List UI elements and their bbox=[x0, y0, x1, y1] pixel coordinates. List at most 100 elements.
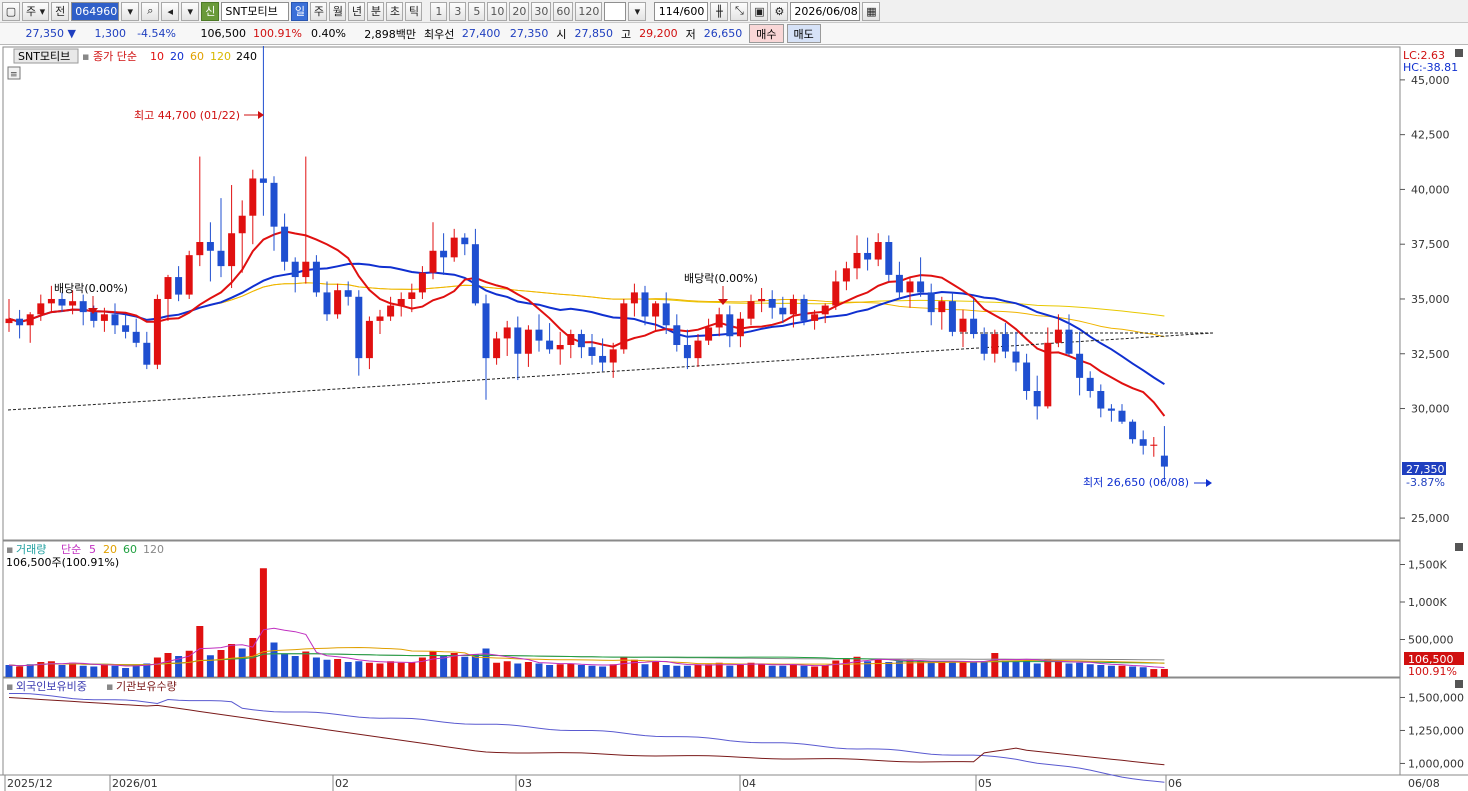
draw-tool-icon[interactable]: ⤡ bbox=[730, 1, 749, 21]
volume-bar bbox=[556, 664, 564, 677]
count-input[interactable]: 114/600 bbox=[654, 1, 709, 21]
prev-button[interactable]: 전 bbox=[51, 1, 70, 21]
interval-1-button[interactable]: 1 bbox=[430, 1, 448, 21]
volume-bar bbox=[948, 661, 956, 677]
open-price: 27,850 bbox=[574, 27, 614, 40]
candle-body bbox=[1076, 353, 1084, 378]
interval-60-button[interactable]: 60 bbox=[553, 1, 574, 21]
candle-body bbox=[906, 281, 914, 293]
candle-body bbox=[609, 349, 617, 363]
date-input[interactable]: 2026/06/08 bbox=[790, 1, 861, 21]
speaker-icon[interactable]: ◂ bbox=[161, 1, 180, 21]
candle-body bbox=[228, 233, 236, 267]
x-axis-label: 2026/01 bbox=[112, 777, 158, 790]
interval-5-button[interactable]: 5 bbox=[468, 1, 486, 21]
volume-bar bbox=[970, 662, 978, 677]
window-icon[interactable]: ▢ bbox=[2, 1, 20, 21]
candle-body bbox=[970, 318, 978, 335]
quote-bar: 27,350 ▼ 1,300 -4.54% 106,500 100.91% 0.… bbox=[0, 23, 1468, 45]
period-week-tab[interactable]: 주 bbox=[310, 1, 328, 21]
calendar-icon[interactable]: ▦ bbox=[862, 1, 881, 21]
type-select[interactable]: 주 ▾ bbox=[22, 1, 50, 21]
candle-body bbox=[577, 334, 585, 348]
volume-bar bbox=[26, 664, 34, 677]
volume-bar bbox=[546, 665, 554, 677]
period-month-tab[interactable]: 월 bbox=[329, 1, 347, 21]
volume-bar bbox=[122, 668, 130, 677]
interval-custom-input[interactable] bbox=[604, 1, 627, 21]
volume-bar bbox=[111, 665, 119, 677]
sell-button[interactable]: 매도 bbox=[786, 24, 821, 43]
chevron-down-icon[interactable]: ▾ bbox=[181, 1, 200, 21]
volume-bar bbox=[334, 659, 342, 677]
candle-body bbox=[832, 281, 840, 306]
price-panel-close-icon[interactable] bbox=[1455, 49, 1463, 57]
dividend-annotation-2: 배당락(0.00%) bbox=[684, 272, 758, 285]
search-icon[interactable]: ⌕ bbox=[141, 1, 160, 21]
candle-body bbox=[1129, 421, 1137, 440]
candle-body bbox=[747, 301, 755, 319]
candle-body bbox=[164, 277, 172, 299]
price-tick-label: 45,000 bbox=[1411, 74, 1450, 87]
volume-bar bbox=[132, 665, 140, 677]
stock-chart[interactable]: 45,000 42,500 40,000 37,500 35,000 32,500 30,0… bbox=[0, 46, 1468, 791]
code-dropdown-icon[interactable]: ▾ bbox=[121, 1, 140, 21]
dividend-annotation-1: 배당락(0.00%) bbox=[54, 282, 128, 295]
foreign-panel-close-icon[interactable] bbox=[1455, 680, 1463, 688]
candle-body bbox=[842, 268, 850, 282]
volume-bar bbox=[79, 665, 87, 677]
candle-body bbox=[259, 178, 267, 183]
volume-bar bbox=[100, 664, 108, 677]
candle-body bbox=[811, 314, 819, 321]
interval-30-button[interactable]: 30 bbox=[531, 1, 552, 21]
candle-body bbox=[100, 314, 108, 321]
volume-bar bbox=[1012, 661, 1020, 677]
candle-body bbox=[1033, 391, 1041, 407]
volume-bar bbox=[885, 662, 893, 677]
candle-body bbox=[503, 327, 511, 339]
volume-panel-close-icon[interactable] bbox=[1455, 543, 1463, 551]
volume-ma-title: 단순 bbox=[61, 543, 81, 556]
ma-240-label: 240 bbox=[236, 50, 257, 63]
volume-bar bbox=[238, 648, 246, 677]
last-volume-rate: 100.91% bbox=[1408, 665, 1457, 678]
indicator-list-glyph: ≡ bbox=[10, 70, 18, 80]
interval-10-button[interactable]: 10 bbox=[487, 1, 508, 21]
price-tick-label: 40,000 bbox=[1411, 183, 1450, 196]
volume-bar bbox=[5, 665, 13, 677]
candle-body bbox=[334, 290, 342, 315]
candle-type-icon[interactable]: ╫ bbox=[710, 1, 729, 21]
candle-body bbox=[217, 250, 225, 267]
stock-code-input[interactable]: 064960 bbox=[71, 1, 120, 21]
save-icon[interactable]: ▣ bbox=[750, 1, 769, 21]
candle-body bbox=[238, 215, 246, 234]
candle-body bbox=[196, 242, 204, 256]
period-year-tab[interactable]: 년 bbox=[348, 1, 366, 21]
period-day-tab[interactable]: 일 bbox=[291, 1, 309, 21]
volume-bar bbox=[1129, 666, 1137, 677]
period-minute-tab[interactable]: 분 bbox=[367, 1, 385, 21]
period-tick-tab[interactable]: 틱 bbox=[405, 1, 423, 21]
volume-bar bbox=[567, 663, 575, 677]
period-second-tab[interactable]: 초 bbox=[386, 1, 404, 21]
volume-bar bbox=[694, 665, 702, 677]
interval-3-button[interactable]: 3 bbox=[449, 1, 467, 21]
price-tick-label: 42,500 bbox=[1411, 129, 1450, 142]
volume-bar bbox=[514, 663, 522, 677]
price-tick-label: 35,000 bbox=[1411, 293, 1450, 306]
volume-bar bbox=[959, 661, 967, 677]
interval-dropdown-icon[interactable]: ▾ bbox=[628, 1, 647, 21]
interval-20-button[interactable]: 20 bbox=[509, 1, 530, 21]
interval-120-button[interactable]: 120 bbox=[575, 1, 603, 21]
volume-bar bbox=[1139, 667, 1147, 677]
buy-button[interactable]: 매수 bbox=[749, 24, 784, 43]
gear-icon[interactable]: ⚙ bbox=[770, 1, 789, 21]
change-value: 1,300 bbox=[94, 27, 127, 40]
candle-body bbox=[853, 252, 861, 269]
volume-bar bbox=[524, 662, 532, 677]
volume-bar bbox=[344, 662, 352, 677]
stock-name-field[interactable]: SNT모티브 bbox=[221, 1, 290, 21]
candle-body bbox=[620, 303, 628, 350]
candle-body bbox=[1118, 410, 1126, 422]
volume-bar bbox=[1118, 665, 1126, 677]
